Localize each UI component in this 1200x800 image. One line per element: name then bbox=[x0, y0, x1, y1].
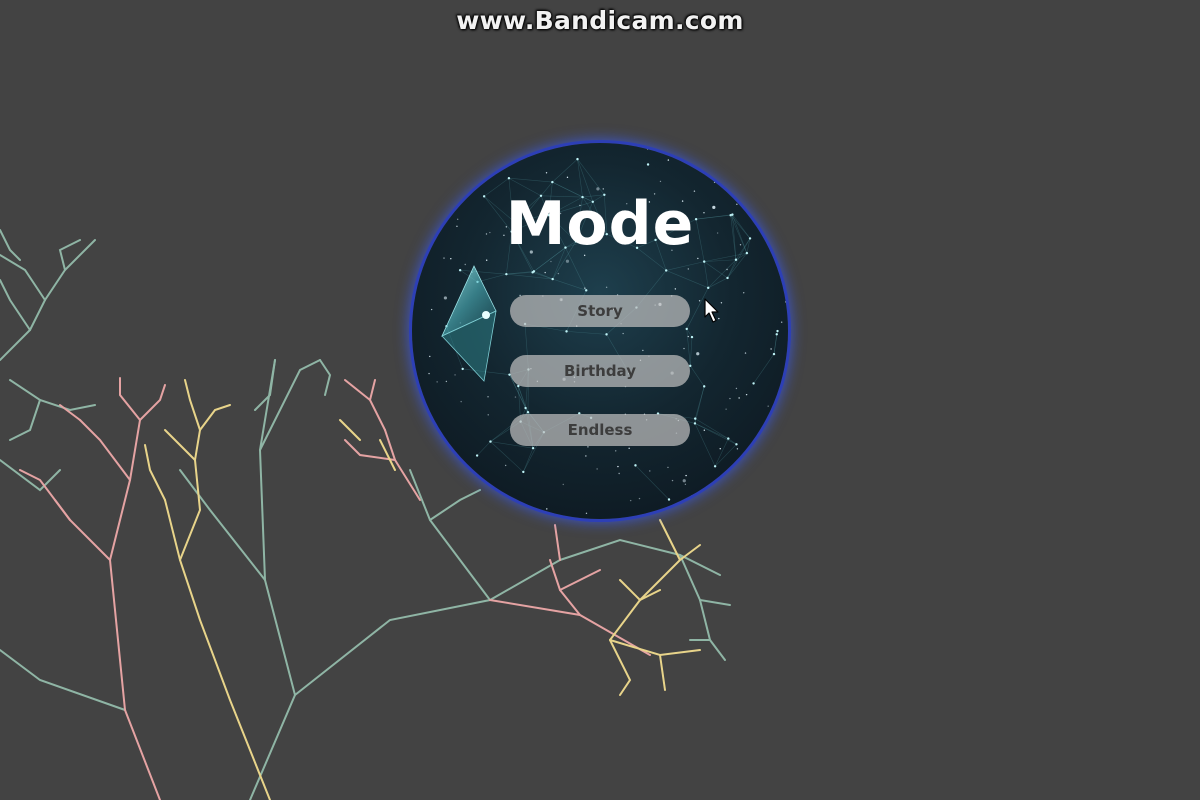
watermark-text: www.Bandicam.com bbox=[456, 6, 744, 35]
game-screen: www.Bandicam.com Mode Story Birthday End… bbox=[0, 0, 1200, 800]
birthday-mode-button[interactable]: Birthday bbox=[510, 355, 690, 387]
mouse-pointer-icon bbox=[704, 298, 719, 323]
story-mode-button[interactable]: Story bbox=[510, 295, 690, 327]
mode-selection-panel: Mode Story Birthday Endless bbox=[412, 143, 788, 519]
mode-title: Mode bbox=[505, 189, 695, 259]
endless-mode-button[interactable]: Endless bbox=[510, 414, 690, 446]
back-arrow-icon[interactable] bbox=[438, 263, 498, 383]
